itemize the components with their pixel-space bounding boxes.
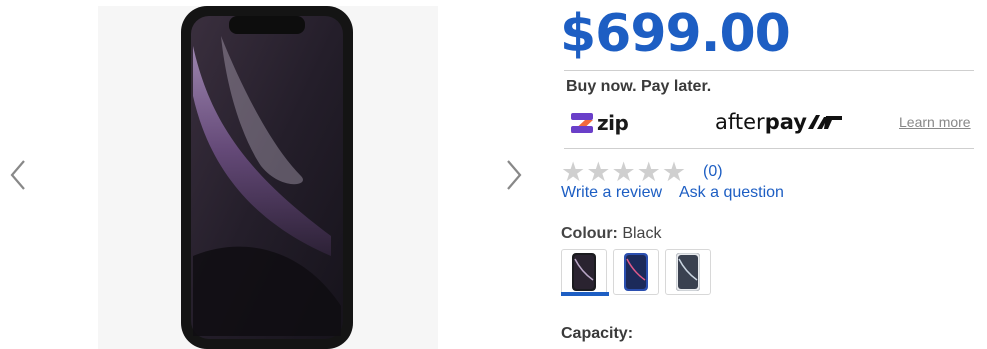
product-gallery xyxy=(0,0,540,349)
swatch-black[interactable] xyxy=(561,249,609,296)
star-icon: ★ xyxy=(611,157,636,187)
product-price: $699.00 xyxy=(560,4,791,64)
star-icon: ★ xyxy=(561,157,586,187)
swatch-blue[interactable] xyxy=(613,249,659,295)
zip-label: zip xyxy=(597,111,629,135)
chevron-left-icon[interactable] xyxy=(4,157,32,193)
afterpay-mark-icon xyxy=(807,115,842,129)
star-icon: ★ xyxy=(661,157,687,187)
product-image xyxy=(181,6,353,349)
star-icon: ★ xyxy=(636,157,661,187)
bnpl-title: Buy now. Pay later. xyxy=(566,78,712,95)
write-review-link[interactable]: Write a review xyxy=(561,184,662,202)
afterpay-logo: after pay xyxy=(715,110,842,134)
divider xyxy=(564,148,974,149)
divider xyxy=(564,70,974,71)
learn-more-link[interactable]: Learn more xyxy=(899,114,971,130)
capacity-label: Capacity: xyxy=(561,325,634,342)
phone-thumbnail-icon xyxy=(572,253,596,291)
colour-value: Black xyxy=(622,225,662,242)
star-icon: ★ xyxy=(586,157,611,187)
swatch-white[interactable] xyxy=(665,249,711,295)
zip-mark-icon xyxy=(571,113,593,133)
ask-question-link[interactable]: Ask a question xyxy=(679,184,784,202)
zip-logo: zip xyxy=(571,111,629,135)
colour-swatches xyxy=(561,249,711,296)
phone-thumbnail-icon xyxy=(624,253,648,291)
colour-line: Colour: Black xyxy=(561,225,661,243)
colour-label: Colour: xyxy=(561,225,618,242)
star-rating: ★ ★ ★ ★ ★ xyxy=(561,157,687,187)
afterpay-suffix: pay xyxy=(764,110,807,134)
afterpay-prefix: after xyxy=(715,110,765,134)
product-details: $699.00 Buy now. Pay later. zip after pa… xyxy=(560,0,976,349)
review-count[interactable]: (0) xyxy=(703,163,723,181)
chevron-right-icon[interactable] xyxy=(500,157,528,193)
phone-thumbnail-icon xyxy=(676,253,700,291)
